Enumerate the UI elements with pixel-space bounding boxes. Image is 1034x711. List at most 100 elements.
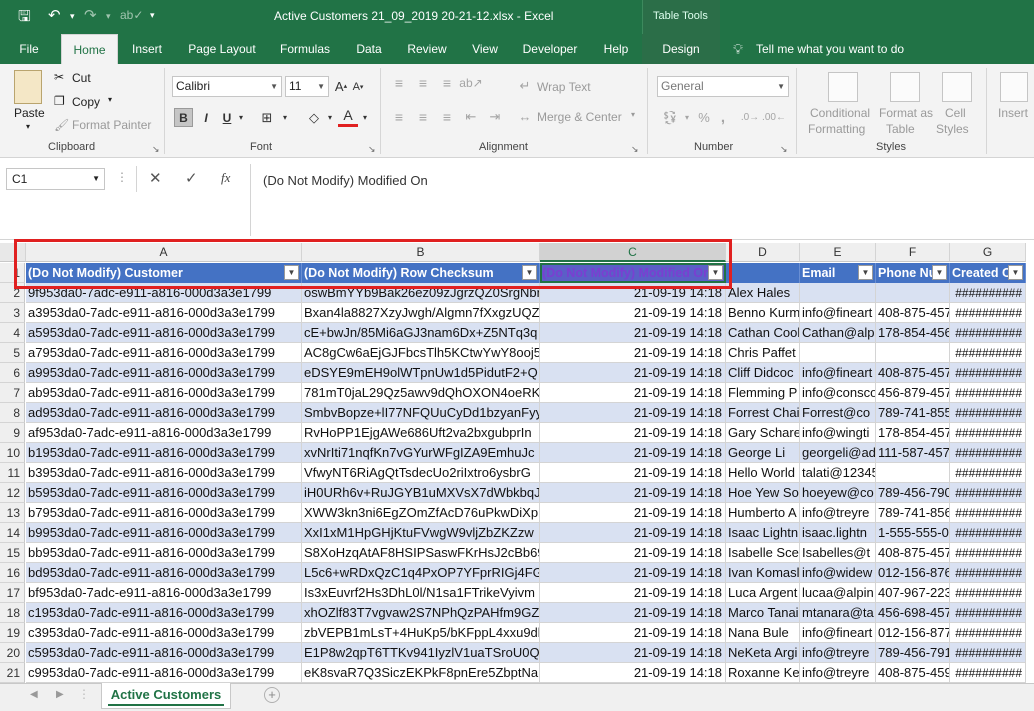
- column-header[interactable]: A: [26, 243, 302, 262]
- table-cell[interactable]: 21-09-19 14:18: [540, 423, 726, 443]
- table-cell[interactable]: 789-741-855: [876, 403, 950, 423]
- conditional-formatting-icon[interactable]: [828, 72, 858, 102]
- table-cell[interactable]: ##########: [950, 383, 1026, 403]
- table-cell[interactable]: bd953da0-7adc-e911-a816-000d3a3e1799: [26, 563, 302, 583]
- table-cell[interactable]: ##########: [950, 363, 1026, 383]
- table-cell[interactable]: [800, 343, 876, 363]
- table-cell[interactable]: 012-156-876: [876, 563, 950, 583]
- table-cell[interactable]: ##########: [950, 483, 1026, 503]
- decrease-decimal-icon[interactable]: .00←: [762, 108, 786, 127]
- filter-dropdown-icon[interactable]: ▼: [284, 265, 299, 280]
- number-format-combo[interactable]: General ▼: [657, 76, 789, 97]
- table-cell[interactable]: info@treyre: [800, 503, 876, 523]
- table-cell[interactable]: Chris Paffet: [726, 343, 800, 363]
- table-cell[interactable]: Gary Schare: [726, 423, 800, 443]
- column-header[interactable]: C: [540, 243, 726, 262]
- cell-styles-line2[interactable]: Styles: [936, 122, 969, 136]
- bold-button[interactable]: B: [174, 108, 193, 127]
- table-cell[interactable]: L5c6+wRDxQzC1q4PxOP7YFprRIGj4FGy: [302, 563, 540, 583]
- table-cell[interactable]: 21-09-19 14:18: [540, 563, 726, 583]
- row-header[interactable]: 16: [0, 563, 25, 583]
- table-cell[interactable]: a5953da0-7adc-e911-a816-000d3a3e1799: [26, 323, 302, 343]
- table-cell[interactable]: c3953da0-7adc-e911-a816-000d3a3e1799: [26, 623, 302, 643]
- tab-review[interactable]: Review: [400, 34, 454, 64]
- format-as-table-icon[interactable]: [890, 72, 920, 102]
- table-cell[interactable]: ##########: [950, 463, 1026, 483]
- table-cell[interactable]: xhOZlf83T7vgvaw2S7NPhQzPAHfm9GZ: [302, 603, 540, 623]
- format-as-table-line2[interactable]: Table: [886, 122, 915, 136]
- row-header[interactable]: 14: [0, 523, 25, 543]
- spelling-icon[interactable]: ab✓: [120, 8, 143, 22]
- table-cell[interactable]: talati@12345.com: [800, 463, 876, 483]
- tab-file[interactable]: File: [8, 34, 50, 64]
- format-as-table-line1[interactable]: Format as: [879, 106, 933, 120]
- table-cell[interactable]: c9953da0-7adc-e911-a816-000d3a3e1799: [26, 663, 302, 683]
- prev-sheet-icon[interactable]: ◀: [30, 689, 38, 700]
- table-cell[interactable]: a9953da0-7adc-e911-a816-000d3a3e1799: [26, 363, 302, 383]
- table-cell[interactable]: Bxan4la8827XzyJwgh/Algmn7fXxgzUQZ: [302, 303, 540, 323]
- column-header[interactable]: F: [876, 243, 950, 262]
- table-cell[interactable]: 21-09-19 14:18: [540, 443, 726, 463]
- merge-center-icon[interactable]: ↔: [517, 108, 533, 124]
- table-cell[interactable]: ##########: [950, 583, 1026, 603]
- table-cell[interactable]: eK8svaR7Q3SiczEKPkF8pnEre5ZbptNaF: [302, 663, 540, 683]
- table-cell[interactable]: Benno Kurm: [726, 303, 800, 323]
- table-cell[interactable]: 1-555-555-0: [876, 523, 950, 543]
- table-header-cell[interactable]: [726, 263, 800, 283]
- table-cell[interactable]: [876, 343, 950, 363]
- table-cell[interactable]: 111-587-457: [876, 443, 950, 463]
- tab-formulas[interactable]: Formulas: [274, 34, 336, 64]
- tab-data[interactable]: Data: [350, 34, 388, 64]
- insert-cells-button[interactable]: Insert: [998, 106, 1028, 120]
- table-cell[interactable]: 408-875-457: [876, 303, 950, 323]
- cut-button[interactable]: Cut: [72, 71, 91, 85]
- row-header[interactable]: 1: [0, 263, 25, 283]
- table-cell[interactable]: XxI1xM1HpGHjKtuFVwgW9vljZbZKZzw: [302, 523, 540, 543]
- cancel-icon[interactable]: ✕: [149, 169, 162, 187]
- table-cell[interactable]: ##########: [950, 623, 1026, 643]
- conditional-formatting-line2[interactable]: Formatting: [808, 122, 865, 136]
- next-sheet-icon[interactable]: ▶: [56, 689, 64, 700]
- table-cell[interactable]: a3953da0-7adc-e911-a816-000d3a3e1799: [26, 303, 302, 323]
- table-cell[interactable]: ##########: [950, 503, 1026, 523]
- table-cell[interactable]: Forrest Chai: [726, 403, 800, 423]
- table-cell[interactable]: Alex Hales: [726, 283, 800, 303]
- row-header[interactable]: 11: [0, 463, 25, 483]
- tab-developer[interactable]: Developer: [518, 34, 582, 64]
- table-cell[interactable]: ##########: [950, 423, 1026, 443]
- tab-design[interactable]: Design: [642, 34, 720, 64]
- table-cell[interactable]: Humberto A: [726, 503, 800, 523]
- italic-button[interactable]: I: [198, 108, 214, 127]
- bottom-align-icon[interactable]: ≡: [438, 74, 456, 92]
- table-cell[interactable]: info@wingti: [800, 423, 876, 443]
- table-cell[interactable]: 789-741-856: [876, 503, 950, 523]
- table-cell[interactable]: 21-09-19 14:18: [540, 363, 726, 383]
- table-cell[interactable]: 789-456-790: [876, 483, 950, 503]
- percent-button[interactable]: %: [696, 108, 712, 127]
- sheet-tab-active-customers[interactable]: Active Customers: [101, 683, 231, 709]
- tab-home[interactable]: Home: [61, 34, 118, 64]
- table-cell[interactable]: 408-875-459: [876, 663, 950, 683]
- increase-indent-icon[interactable]: ⇥: [486, 108, 504, 126]
- select-all-corner[interactable]: [0, 243, 26, 262]
- table-header-cell[interactable]: Created O ▼: [950, 263, 1026, 283]
- table-cell[interactable]: 21-09-19 14:18: [540, 483, 726, 503]
- tell-me-search[interactable]: Tell me what you want to do: [756, 34, 916, 64]
- paste-dropdown-icon[interactable]: ▾: [26, 122, 30, 131]
- row-header[interactable]: 18: [0, 603, 25, 623]
- redo-dropdown-icon[interactable]: ▾: [106, 11, 111, 22]
- table-cell[interactable]: xvNrIti71nqfKn7vGYurWFgIZA9EmhuJc: [302, 443, 540, 463]
- formula-input[interactable]: (Do Not Modify) Modified On: [250, 164, 1034, 236]
- table-cell[interactable]: ab953da0-7adc-e911-a816-000d3a3e1799: [26, 383, 302, 403]
- orientation-icon[interactable]: ab↗: [459, 74, 482, 92]
- save-icon[interactable]: 🖫: [18, 6, 31, 31]
- table-header-cell[interactable]: (Do Not Modify) Modified On ▼: [540, 263, 726, 283]
- table-cell[interactable]: isaac.lightn: [800, 523, 876, 543]
- table-cell[interactable]: ##########: [950, 403, 1026, 423]
- table-cell[interactable]: cE+bwJn/85Mi6aGJ3nam6Dx+Z5NTq3q: [302, 323, 540, 343]
- filter-dropdown-icon[interactable]: ▼: [522, 265, 537, 280]
- conditional-formatting-line1[interactable]: Conditional: [810, 106, 870, 120]
- wrap-text-button[interactable]: Wrap Text: [537, 80, 591, 94]
- underline-button[interactable]: U: [220, 108, 234, 127]
- cell-styles-line1[interactable]: Cell: [945, 106, 966, 120]
